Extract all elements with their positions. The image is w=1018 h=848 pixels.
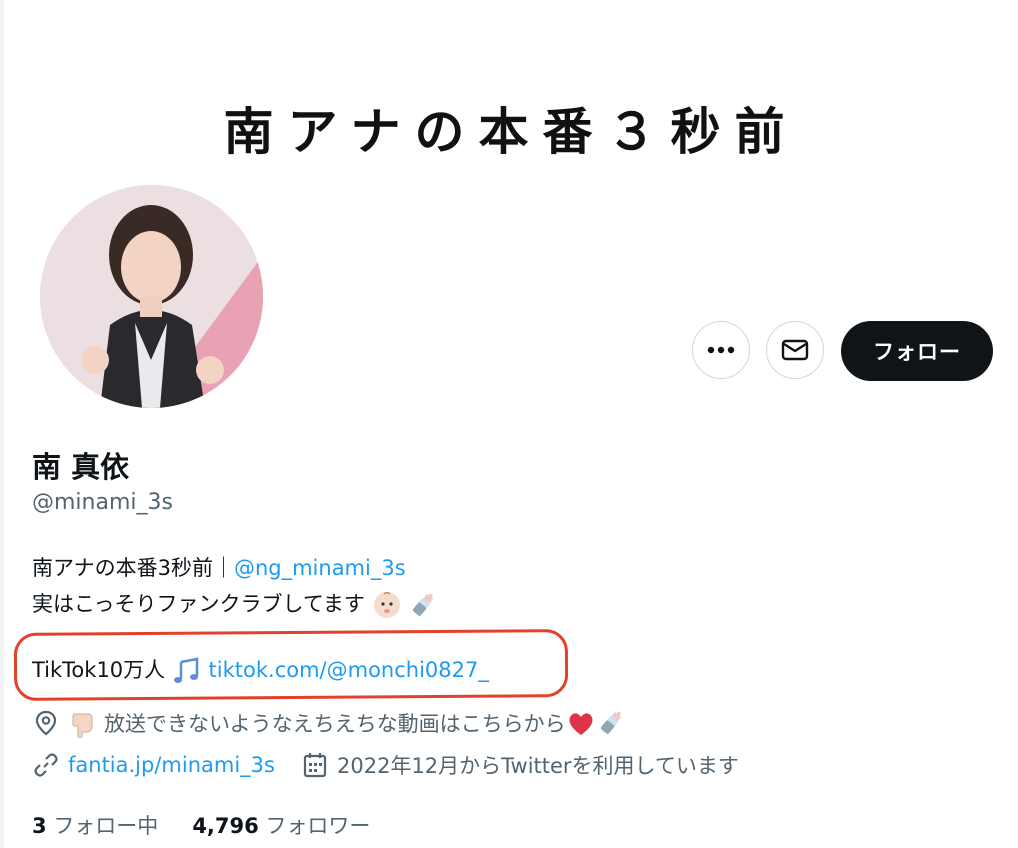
bio-text: 南アナの本番3秒前｜ [32,556,234,580]
baby-emoji [373,591,400,618]
display-name: 南 真依 [32,450,130,484]
mention-link[interactable]: @ng_minami_3s [234,556,406,580]
followers-link[interactable]: 4,796 フォロワー [192,814,370,838]
following-label: フォロー中 [53,814,159,838]
following-link[interactable]: 3 フォロー中 [32,814,158,838]
banner-title: 南アナの本番３秒前 [223,103,799,161]
follow-button[interactable]: フォロー [841,321,993,381]
location-text: 放送できないようなえちえちな動画はこちらから [104,712,566,736]
bio-line-3: TikTok10万人 tiktok.com/@monchi0827_ [32,654,489,686]
baby-bottle-emoji [413,593,434,616]
follow-counts: 3 フォロー中 4,796 フォロワー [32,810,370,840]
username: @minami_3s [32,490,173,515]
tiktok-link[interactable]: tiktok.com/@monchi0827_ [209,658,489,682]
mail-icon [781,339,809,361]
calendar-icon [301,751,329,779]
more-icon [707,346,735,354]
location-pin-icon [32,709,60,737]
followers-count: 4,796 [192,814,259,838]
link-icon [32,751,60,779]
avatar-photo [40,185,263,408]
location-row: 放送できないようなえちえちな動画はこちらから [32,708,626,738]
baby-bottle-emoji [600,711,621,734]
bio-line-1: 南アナの本番3秒前｜@ng_minami_3s [32,552,406,582]
bio-text: 実はこっそりファンクラブしてます [32,592,365,616]
message-button[interactable] [766,321,824,379]
more-button[interactable] [692,321,750,379]
followers-label: フォロワー [265,814,371,838]
bio-text: TikTok10万人 [32,658,166,682]
music-notes-emoji [173,657,199,683]
website-joined-row: fantia.jp/minami_3s 2022年12月からTwitterを利用… [32,750,739,780]
pointing-finger-emoji [72,713,93,738]
heart-emoji [569,713,593,735]
joined-date: 2022年12月からTwitterを利用しています [337,754,739,778]
bio-line-2: 実はこっそりファンクラブしてます [32,588,438,620]
website-link[interactable]: fantia.jp/minami_3s [68,753,275,777]
following-count: 3 [32,814,47,838]
avatar[interactable] [36,181,267,412]
